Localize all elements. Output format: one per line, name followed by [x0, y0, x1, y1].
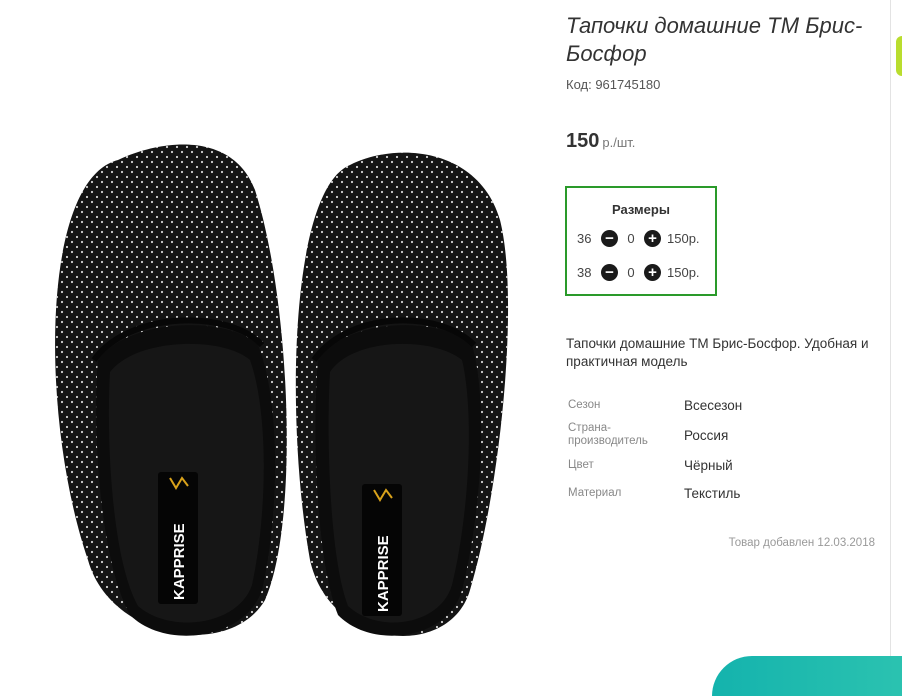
quantity-value: 0 [627, 230, 635, 246]
plus-circle-icon[interactable]: + [644, 229, 661, 247]
price-unit: р./шт. [602, 135, 636, 150]
product-title: Тапочки домашние ТМ Брис-Босфор [566, 13, 863, 66]
left-slipper: KAPPRISE [55, 144, 287, 636]
spec-label-season: Сезон [568, 399, 601, 411]
size-row: 38 − 0 + 150р. [577, 262, 700, 282]
size-value: 36 [577, 230, 592, 246]
size-value: 38 [577, 264, 592, 280]
date-added: Товар добавлен 12.03.2018 [728, 537, 875, 549]
product-price: 150 р./шт. [566, 130, 635, 153]
size-price: 150р. [667, 230, 700, 246]
brand-label-left: KAPPRISE [171, 523, 188, 600]
right-slipper: KAPPRISE [295, 152, 509, 636]
brand-label-right: KAPPRISE [375, 535, 392, 612]
bottom-decoration [712, 656, 902, 696]
spec-value-material: Текстиль [684, 486, 741, 501]
product-image[interactable]: KAPPRISE KAPPRISE [0, 0, 545, 675]
right-divider [890, 0, 891, 675]
sizes-title: Размеры [612, 202, 670, 217]
spec-label-material: Материал [568, 487, 622, 499]
price-amount: 150 [566, 130, 600, 152]
product-description: Тапочки домашние ТМ Брис-Босфор. Удобная… [566, 336, 869, 369]
size-row: 36 − 0 + 150р. [577, 228, 700, 248]
side-tab[interactable] [896, 36, 902, 76]
minus-circle-icon[interactable]: − [601, 263, 618, 281]
plus-circle-icon[interactable]: + [644, 263, 661, 281]
minus-circle-icon[interactable]: − [601, 229, 618, 247]
spec-label-country: Страна-производитель [568, 422, 648, 447]
spec-value-country: Россия [684, 428, 729, 443]
quantity-value: 0 [627, 264, 635, 280]
sizes-box: Размеры 36 − 0 + 150р. 38 − 0 + 150р. [565, 186, 717, 296]
spec-value-season: Всесезон [684, 398, 743, 413]
spec-label-color: Цвет [568, 459, 594, 471]
size-price: 150р. [667, 264, 700, 280]
product-code: Код: 961745180 [566, 77, 661, 92]
slippers-photo: KAPPRISE KAPPRISE [55, 144, 509, 636]
spec-value-color: Чёрный [684, 458, 733, 473]
